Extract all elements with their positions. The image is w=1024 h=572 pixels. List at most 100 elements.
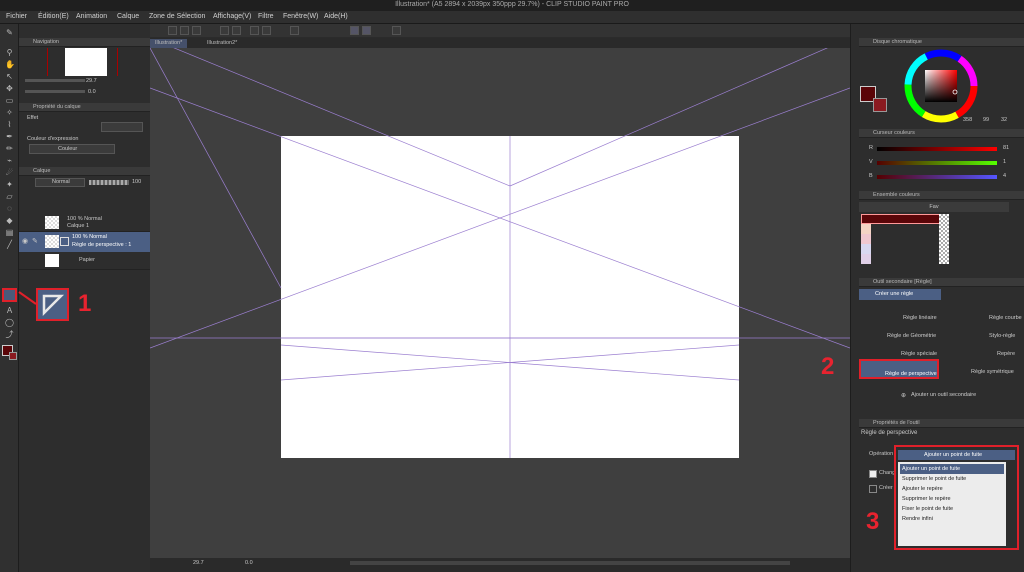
sub-color-swatch[interactable] xyxy=(9,352,17,360)
ruler-tool-zoom xyxy=(36,288,69,321)
dropdown-item[interactable]: Ajouter un point de fuite xyxy=(900,464,1004,474)
pencil-icon[interactable]: ✏ xyxy=(5,144,14,153)
command-bar xyxy=(150,24,850,37)
snap-ruler-icon[interactable] xyxy=(350,26,359,35)
g-slider[interactable] xyxy=(877,161,997,165)
dropdown-item[interactable]: Fixer le point de fuite xyxy=(900,504,1004,514)
pen-icon[interactable]: ✒ xyxy=(5,132,14,141)
create-ruler-group[interactable]: Créer une règle xyxy=(859,289,941,300)
subtool-special-ruler[interactable]: Règle spéciale xyxy=(901,351,937,357)
dropdown-item[interactable]: Rendre infini xyxy=(900,514,1004,524)
expression-select[interactable]: Couleur xyxy=(29,144,115,154)
menu-aide[interactable]: Aide(H) xyxy=(324,13,348,20)
subtool-figure-ruler[interactable]: Règle de Géométrie xyxy=(887,333,936,339)
checkbox-change[interactable] xyxy=(869,470,877,478)
undo-icon[interactable] xyxy=(220,26,229,35)
save-icon[interactable] xyxy=(192,26,201,35)
subtool-symmetry-ruler[interactable]: Règle symétrique xyxy=(971,369,1014,375)
add-subtool-link[interactable]: Ajouter un outil secondaire xyxy=(911,392,976,398)
swatch-transparent[interactable] xyxy=(939,214,949,264)
effect-label: Effet xyxy=(27,115,39,121)
b-slider[interactable] xyxy=(877,175,997,179)
new-icon[interactable] xyxy=(168,26,177,35)
perspective-ruler-icon xyxy=(42,294,65,317)
subtool-linear-ruler[interactable]: Règle linéaire xyxy=(903,315,937,321)
eyedropper-icon[interactable]: ⌇ xyxy=(5,120,14,129)
fill-icon[interactable]: ◆ xyxy=(5,216,14,225)
swatch[interactable] xyxy=(861,224,871,234)
sub-color[interactable] xyxy=(873,98,887,112)
auto-select-icon[interactable]: ✧ xyxy=(5,108,14,117)
snap-special-icon[interactable] xyxy=(362,26,371,35)
eye-icon[interactable]: ◉ xyxy=(22,237,28,245)
menu-fichier[interactable]: Fichier xyxy=(6,13,27,20)
menu-edition[interactable]: Édition(E) xyxy=(38,13,69,20)
r-label: R xyxy=(869,145,873,151)
layer-row[interactable]: Papier xyxy=(19,252,150,270)
dropdown-item[interactable]: Ajouter le repère xyxy=(900,484,1004,494)
brush-icon[interactable]: ⌁ xyxy=(5,156,14,165)
menu-calque[interactable]: Calque xyxy=(117,13,139,20)
dropdown-item[interactable]: Supprimer le repère xyxy=(900,494,1004,504)
swatch[interactable] xyxy=(861,234,871,244)
transform-icon[interactable] xyxy=(290,26,299,35)
effect-buttons[interactable] xyxy=(101,122,143,132)
color-wheel[interactable] xyxy=(903,48,979,124)
blend-mode-select[interactable]: Normal xyxy=(35,178,85,187)
layer-row[interactable]: 100 % Normal Calque 1 xyxy=(19,214,150,232)
layer-row-selected[interactable]: ◉ ✎ 100 % Normal Règle de perspective : … xyxy=(19,232,150,252)
subtool-perspective-ruler[interactable]: Règle de perspective xyxy=(859,359,939,379)
zoom-slider[interactable] xyxy=(25,79,85,82)
blend-icon[interactable]: ◌ xyxy=(5,204,14,213)
hue-value: 358 xyxy=(963,117,973,123)
pen-tool-icon[interactable]: ✎ xyxy=(5,28,14,37)
dropdown-item[interactable]: Supprimer le point de fuite xyxy=(900,474,1004,484)
checkbox-create[interactable] xyxy=(869,485,877,493)
eraser-icon[interactable]: ▱ xyxy=(5,192,14,201)
window-title: Illustration* (A5 2894 x 2039px 350ppp 2… xyxy=(395,1,629,8)
menu-animation[interactable]: Animation xyxy=(76,13,107,20)
airbrush-icon[interactable]: ☄ xyxy=(5,168,14,177)
hand-tool-icon[interactable]: ✋ xyxy=(5,60,15,69)
figure-icon[interactable]: ╱ xyxy=(5,240,14,249)
subtool-ruler-pen[interactable]: Stylo-règle xyxy=(989,333,1015,339)
swatch[interactable] xyxy=(861,244,871,254)
swatch-selected[interactable] xyxy=(861,214,941,224)
menu-affichage[interactable]: Affichage(V) xyxy=(213,13,251,20)
correct-line-icon[interactable]: ⤴ xyxy=(5,330,14,339)
horizontal-scrollbar[interactable] xyxy=(350,561,790,565)
status-angle: 0.0 xyxy=(245,560,253,566)
clear-icon[interactable] xyxy=(250,26,259,35)
redo-icon[interactable] xyxy=(232,26,241,35)
menu-filtre[interactable]: Filtre xyxy=(258,13,274,20)
menu-fenetre[interactable]: Fenêtre(W) xyxy=(283,13,318,20)
operation-select[interactable]: Ajouter un point de fuite xyxy=(898,450,1015,460)
menu-selection[interactable]: Zone de Sélection xyxy=(149,13,205,20)
opacity-slider[interactable] xyxy=(89,180,129,185)
navigator-mark xyxy=(47,48,48,76)
angle-slider[interactable] xyxy=(25,90,85,93)
add-icon[interactable]: ⊕ xyxy=(901,392,906,399)
select-tool-icon[interactable]: ▭ xyxy=(5,96,14,105)
operation-tool-icon[interactable]: ↖ xyxy=(5,72,14,81)
help-icon[interactable] xyxy=(392,26,401,35)
decoration-icon[interactable]: ✦ xyxy=(5,180,14,189)
pen-lock-icon[interactable]: ✎ xyxy=(32,237,38,245)
check-change-label: Chang xyxy=(879,470,896,476)
subtool-curve-ruler[interactable]: Règle courbe xyxy=(989,315,1022,321)
open-icon[interactable] xyxy=(180,26,189,35)
layer-toolbar xyxy=(35,202,147,212)
swatch[interactable] xyxy=(861,254,871,264)
tool-property-header: Propriétés de l'outil xyxy=(859,419,1024,428)
subtool-guide[interactable]: Repère xyxy=(997,351,1015,357)
b-value: 4 xyxy=(1003,173,1007,179)
crop-icon[interactable] xyxy=(262,26,271,35)
tab-illustration[interactable]: Illustration* xyxy=(150,39,188,48)
zoom-tool-icon[interactable]: ⚲ xyxy=(5,48,14,57)
gradient-icon[interactable]: ▤ xyxy=(5,228,14,237)
tab-illustration2[interactable]: Illustration2* xyxy=(202,39,242,48)
color-set-select[interactable]: Fav xyxy=(859,202,1009,212)
move-tool-icon[interactable]: ✥ xyxy=(5,84,14,93)
r-slider[interactable] xyxy=(877,147,997,151)
navigator-thumbnail[interactable] xyxy=(65,48,107,76)
